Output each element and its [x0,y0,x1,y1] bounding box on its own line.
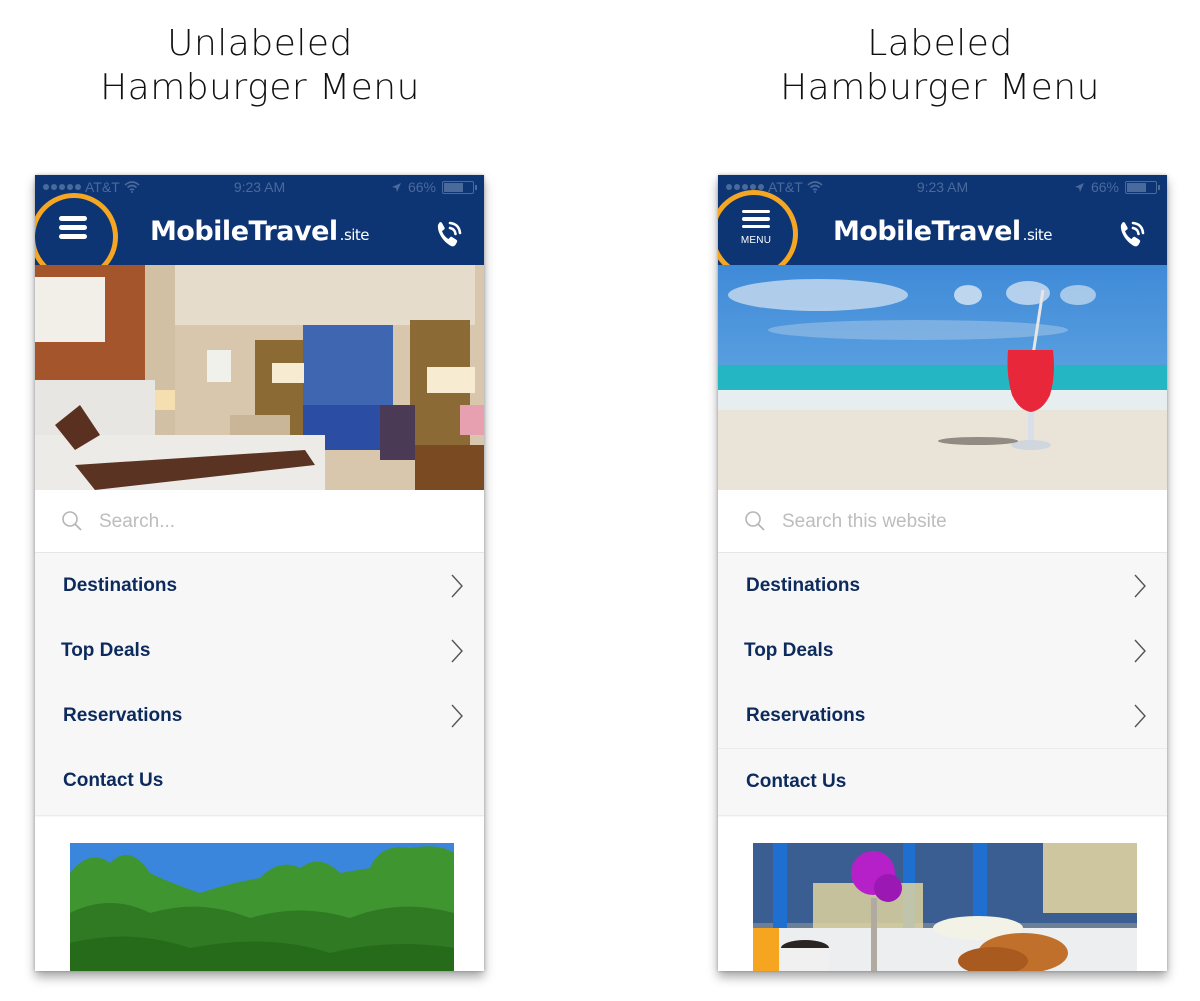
brand-name: MobileTravel [832,216,1021,247]
location-arrow-icon [1074,182,1084,192]
status-bar: AT&T 9:23 AM 66% [35,175,484,199]
chevron-right-icon [1134,704,1146,728]
menu-item-top-deals[interactable]: Top Deals [35,618,484,683]
menu-item-label: Contact Us [63,769,164,791]
battery-icon [1125,180,1160,194]
promo-area [718,817,1167,971]
divider [35,815,484,816]
hero-image-hotel-room [35,265,484,490]
promo-image-rainforest[interactable] [70,843,454,971]
menu-item-label: Destinations [63,574,178,596]
caption-unlabeled: Unlabeled Hamburger Menu [30,22,490,110]
caption-line-1: Labeled [867,23,1013,64]
promo-image-breakfast-table[interactable] [753,843,1137,971]
menu-item-label: Top Deals [744,639,834,661]
hero-image-beach-cocktail [718,265,1167,490]
search-icon [745,511,765,531]
caption-line-2: Hamburger Menu [100,67,420,108]
brand-name: MobileTravel [149,216,338,247]
brand-tld: .site [339,226,370,244]
caption-line-2: Hamburger Menu [780,67,1100,108]
nav-menu: Destinations Top Deals Reservations Cont… [718,553,1167,814]
search-bar [35,490,484,553]
caption-line-1: Unlabeled [167,23,353,64]
menu-item-label: Top Deals [61,639,151,661]
menu-item-label: Contact Us [746,770,847,792]
battery-percent: 66% [1090,179,1119,195]
chevron-right-icon [1134,639,1146,663]
phone-call-icon[interactable] [432,217,466,251]
menu-item-label: Reservations [746,704,866,726]
menu-item-reservations[interactable]: Reservations [718,683,1167,748]
right-status: 66% [1074,179,1160,195]
search-input[interactable] [780,506,1144,538]
menu-item-reservations[interactable]: Reservations [35,683,484,748]
nav-menu: Destinations Top Deals Reservations Cont… [35,553,484,813]
phone-call-icon[interactable] [1115,217,1149,251]
caption-labeled: Labeled Hamburger Menu [710,22,1170,110]
menu-item-destinations[interactable]: Destinations [35,553,484,618]
right-status: 66% [391,179,477,195]
phone-labeled: AT&T 9:23 AM 66% MENU MobileTravel.site [718,175,1167,971]
status-bar: AT&T 9:23 AM 66% [718,175,1167,199]
chevron-right-icon [451,574,463,598]
brand-tld: .site [1022,226,1053,244]
menu-item-destinations[interactable]: Destinations [718,553,1167,618]
menu-item-label: Destinations [746,574,861,596]
battery-icon [442,180,477,194]
menu-item-contact-us[interactable]: Contact Us [35,748,484,813]
promo-area [35,817,484,971]
search-bar [718,490,1167,553]
battery-percent: 66% [407,179,436,195]
chevron-right-icon [1134,574,1146,598]
phone-unlabeled: AT&T 9:23 AM 66% MobileTravel .site Sear… [35,175,484,971]
search-icon [62,511,82,531]
chevron-right-icon [451,639,463,663]
menu-item-label: Reservations [63,704,183,726]
menu-item-contact-us[interactable]: Contact Us [718,748,1167,814]
chevron-right-icon [451,704,463,728]
location-arrow-icon [391,182,401,192]
search-input[interactable] [97,506,461,538]
menu-item-top-deals[interactable]: Top Deals [718,618,1167,683]
divider [718,815,1167,816]
